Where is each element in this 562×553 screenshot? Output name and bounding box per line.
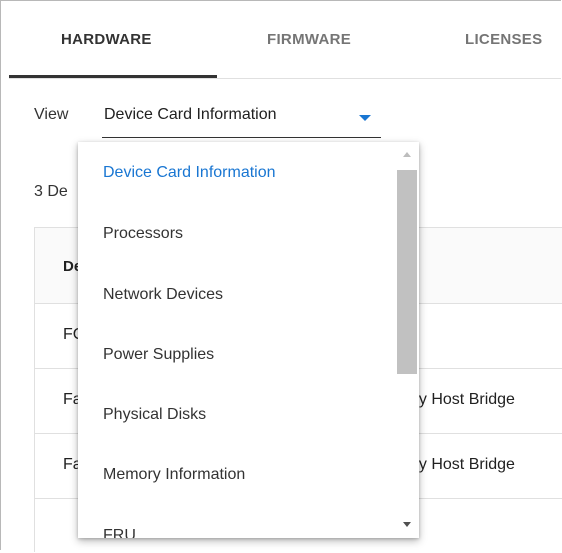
table-cell: ny Host Bridge bbox=[410, 456, 515, 473]
view-label: View bbox=[34, 106, 69, 123]
view-select-value: Device Card Information bbox=[104, 106, 277, 123]
view-select[interactable]: Device Card Information bbox=[102, 97, 381, 138]
active-tab-indicator bbox=[9, 75, 217, 78]
dropdown-option-physical-disks[interactable]: Physical Disks bbox=[103, 406, 206, 424]
device-count-text: 3 De bbox=[34, 183, 68, 200]
caret-down-icon[interactable] bbox=[359, 115, 371, 121]
tab-bar: HARDWARE FIRMWARE LICENSES bbox=[9, 1, 561, 79]
dropdown-option-network-devices[interactable]: Network Devices bbox=[103, 286, 223, 304]
dropdown-option-fru[interactable]: FRU bbox=[103, 527, 136, 538]
hardware-panel: HARDWARE FIRMWARE LICENSES View Device C… bbox=[0, 0, 562, 552]
view-dropdown-menu: Device Card Information Processors Netwo… bbox=[78, 142, 419, 538]
table-cell: ny Host Bridge bbox=[410, 391, 515, 408]
scroll-up-arrow-icon[interactable] bbox=[403, 152, 411, 157]
dropdown-scrollbar[interactable] bbox=[396, 142, 419, 538]
dropdown-option-device-card-information[interactable]: Device Card Information bbox=[103, 164, 276, 182]
tab-hardware[interactable]: HARDWARE bbox=[61, 31, 152, 48]
scroll-down-arrow-icon[interactable] bbox=[403, 522, 411, 527]
dropdown-option-processors[interactable]: Processors bbox=[103, 225, 183, 243]
dropdown-option-memory-information[interactable]: Memory Information bbox=[103, 466, 245, 484]
dropdown-option-power-supplies[interactable]: Power Supplies bbox=[103, 346, 214, 364]
scrollbar-thumb[interactable] bbox=[397, 170, 417, 374]
tab-firmware[interactable]: FIRMWARE bbox=[267, 31, 351, 48]
tab-licenses[interactable]: LICENSES bbox=[465, 31, 542, 48]
